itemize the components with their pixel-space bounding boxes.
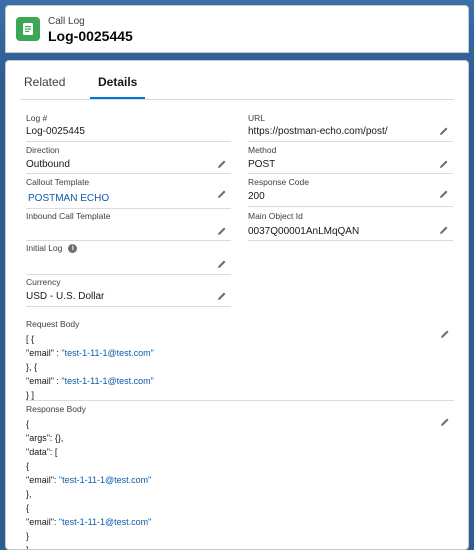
edit-pencil-icon[interactable] [217, 259, 227, 269]
edit-pencil-icon[interactable] [217, 159, 227, 169]
edit-pencil-icon[interactable] [439, 126, 449, 136]
record-title: Log-0025445 [48, 28, 133, 44]
field-response-body: Response Body { "args": {}, "data": [ { … [26, 404, 454, 550]
field-currency: Currency USD - U.S. Dollar [26, 277, 231, 307]
field-label: Log # [26, 113, 48, 123]
code-line: { [26, 461, 30, 471]
edit-pencil-icon[interactable] [440, 329, 450, 339]
field-value: USD - U.S. Dollar [26, 291, 105, 302]
field-label: Method [248, 145, 277, 155]
field-initial-log: Initial Log i [26, 243, 231, 275]
code-line: } [26, 531, 30, 541]
field-main-object-id: Main Object Id 0037Q00001AnLMqQAN [248, 211, 453, 241]
call-log-icon [16, 17, 40, 41]
field-callout-template: Callout Template POSTMAN ECHO [26, 177, 231, 209]
tab-bar: Related Details [20, 71, 454, 100]
field-direction: Direction Outbound [26, 145, 231, 174]
code-line: "email" : "test-1-11-1@test.com" [26, 376, 154, 386]
tab-related[interactable]: Related [24, 75, 65, 99]
edit-pencil-icon[interactable] [217, 226, 227, 236]
edit-pencil-icon[interactable] [439, 225, 449, 235]
edit-pencil-icon[interactable] [439, 159, 449, 169]
field-request-body: Request Body [ { "email" : "test-1-11-1@… [26, 319, 454, 401]
code-line: "email" : "test-1-11-1@test.com" [26, 348, 154, 358]
field-method: Method POST [248, 145, 453, 174]
code-line: "email": "test-1-11-1@test.com" [26, 517, 152, 527]
field-label: Initial Log i [26, 243, 78, 254]
field-label: Response Body [26, 404, 87, 414]
code-line: } ] [26, 390, 35, 400]
field-label: Main Object Id [248, 211, 303, 221]
initial-log-label: Initial Log [26, 243, 63, 253]
field-value: 0037Q00001AnLMqQAN [248, 226, 360, 237]
field-url: URL https://postman-echo.com/post/ [248, 113, 453, 142]
edit-pencil-icon[interactable] [440, 417, 450, 427]
field-response-code: Response Code 200 [248, 177, 453, 207]
field-value: https://postman-echo.com/post/ [248, 126, 388, 137]
code-line: "data": [ [26, 447, 58, 457]
object-label: Call Log [48, 16, 85, 27]
edit-pencil-icon[interactable] [217, 189, 227, 199]
field-label: Currency [26, 277, 61, 287]
field-value: Log-0025445 [26, 126, 85, 137]
code-line: { [26, 419, 30, 429]
field-log-number: Log # Log-0025445 [26, 113, 231, 142]
field-value: Outbound [26, 159, 70, 170]
field-label: Response Code [248, 177, 309, 187]
code-line: { [26, 503, 30, 513]
callout-template-link[interactable]: POSTMAN ECHO [28, 193, 109, 204]
code-line: "args": {}, [26, 433, 64, 443]
code-line: }, [26, 489, 32, 499]
field-label: Callout Template [26, 177, 90, 187]
field-value: 200 [248, 191, 265, 202]
field-label: Request Body [26, 319, 80, 329]
code-line: ], [26, 545, 32, 550]
field-value: POST [248, 159, 276, 170]
details-card: Related Details Log # Log-0025445 Direct… [5, 60, 469, 550]
field-inbound-call-template: Inbound Call Template [26, 211, 231, 241]
edit-pencil-icon[interactable] [217, 291, 227, 301]
code-line: [ { [26, 334, 35, 344]
tab-details[interactable]: Details [90, 75, 146, 99]
edit-pencil-icon[interactable] [439, 189, 449, 199]
field-label: URL [248, 113, 266, 123]
info-icon[interactable]: i [68, 244, 78, 254]
code-line: }, { [26, 362, 38, 372]
field-label: Inbound Call Template [26, 211, 111, 221]
field-label: Direction [26, 145, 60, 155]
code-line: "email": "test-1-11-1@test.com" [26, 475, 152, 485]
record-header: Call Log Log-0025445 [5, 5, 469, 53]
